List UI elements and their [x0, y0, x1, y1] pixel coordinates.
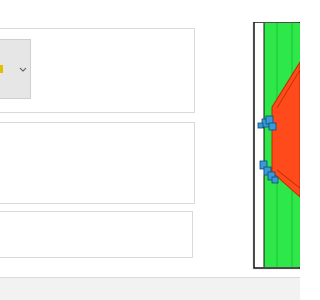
model-viewer[interactable]	[252, 22, 300, 270]
bolt	[271, 176, 279, 184]
properties-panel-middle	[0, 122, 195, 204]
bolt	[268, 122, 277, 131]
color-dropdown[interactable]	[0, 39, 31, 99]
part-color-icon	[0, 65, 3, 73]
bolt	[257, 122, 264, 129]
properties-panel-bottom	[0, 211, 193, 258]
model-render	[253, 22, 300, 269]
status-bar	[0, 277, 300, 300]
chevron-down-icon	[19, 67, 27, 72]
